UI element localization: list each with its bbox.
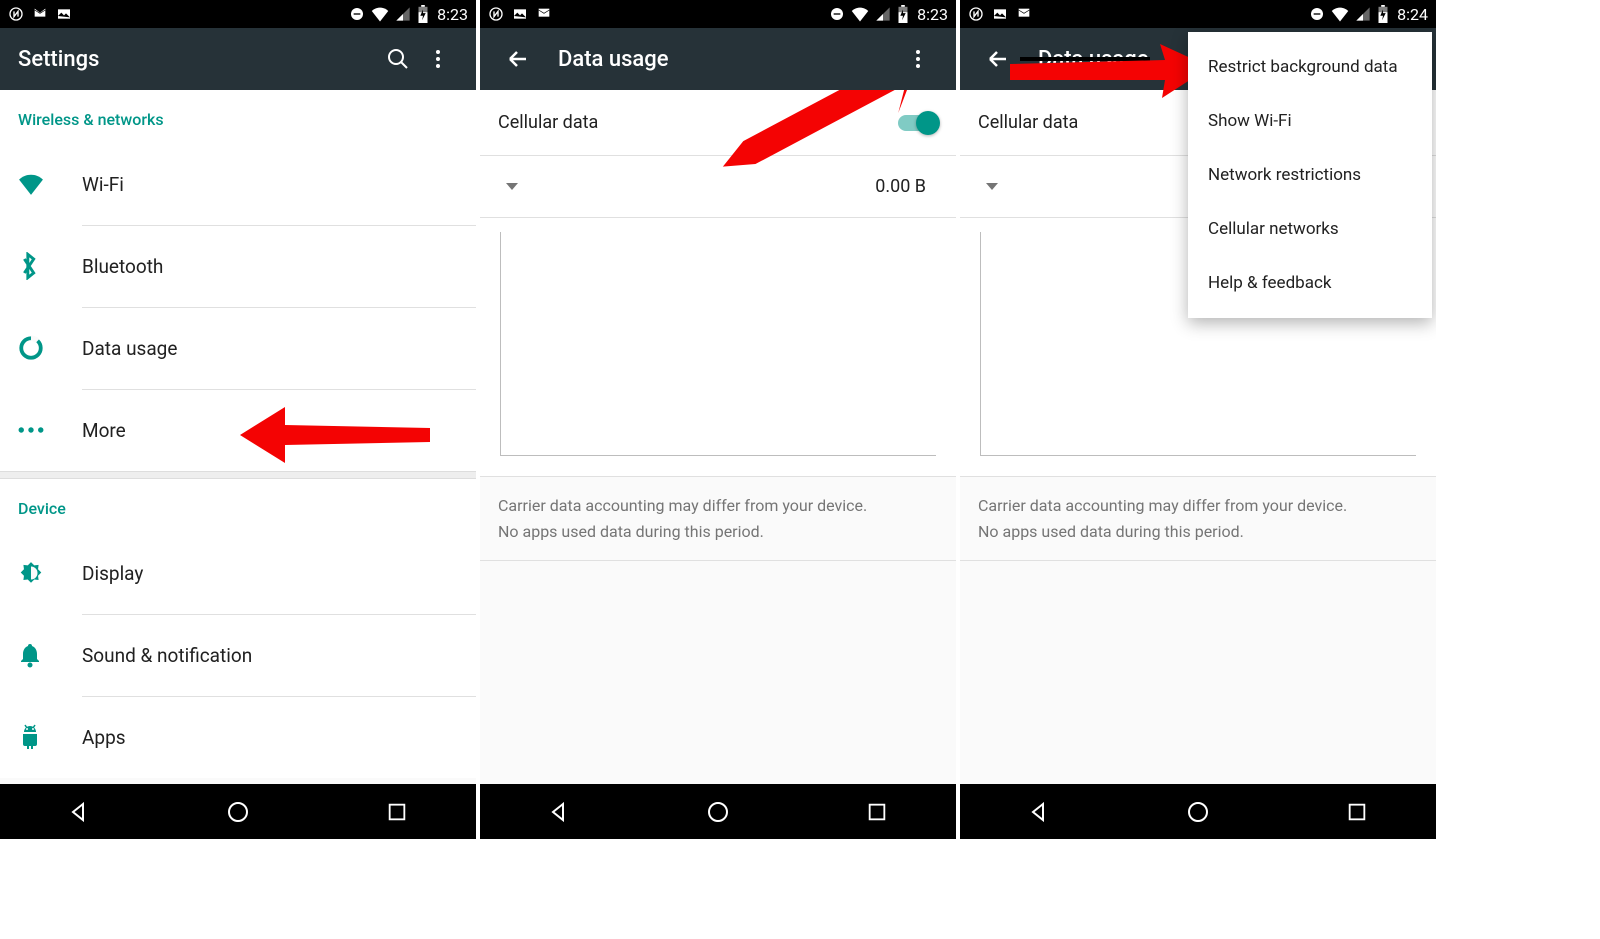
list-label: Apps (82, 726, 126, 749)
wifi-icon (371, 6, 389, 22)
dnd-icon (1309, 6, 1325, 22)
back-nav-button[interactable] (999, 800, 1079, 824)
clock-text: 8:24 (1397, 5, 1428, 24)
settings-item-data-usage[interactable]: Data usage (0, 307, 476, 389)
bluetooth-icon (18, 252, 82, 280)
cellular-data-switch[interactable] (898, 115, 938, 131)
chevron-down-icon (986, 183, 998, 190)
usage-footer: Carrier data accounting may differ from … (960, 477, 1436, 561)
menu-network-restrictions[interactable]: Network restrictions (1188, 148, 1432, 202)
list-label: Data usage (82, 337, 177, 360)
signal-icon (1355, 6, 1371, 22)
list-label: Display (82, 562, 143, 585)
overflow-menu-button[interactable] (898, 39, 938, 79)
settings-item-sound[interactable]: Sound & notification (0, 614, 476, 696)
footer-line-2: No apps used data during this period. (978, 519, 1418, 545)
picture-icon (992, 6, 1008, 22)
mail-icon (536, 6, 552, 22)
wifi-icon (851, 6, 869, 22)
dnd-icon (349, 6, 365, 22)
data-usage-content: Cellular data 0.00 B Carrier data accoun… (480, 90, 956, 784)
overflow-menu-button[interactable] (418, 39, 458, 79)
data-usage-value: 0.00 B (875, 176, 926, 197)
clock-text: 8:23 (437, 5, 468, 24)
screen-settings: 8:23 Settings Wireless & networks Wi-Fi (0, 0, 476, 839)
clock-text: 8:23 (917, 5, 948, 24)
recents-nav-button[interactable] (1317, 801, 1397, 823)
settings-content: Wireless & networks Wi-Fi Bluetooth Data… (0, 90, 476, 784)
picture-icon (56, 6, 72, 22)
nfc-icon (8, 6, 24, 22)
settings-item-bluetooth[interactable]: Bluetooth (0, 225, 476, 307)
page-title: Data usage (558, 47, 669, 72)
back-nav-button[interactable] (519, 800, 599, 824)
settings-item-wifi[interactable]: Wi-Fi (0, 143, 476, 225)
cellular-data-label: Cellular data (498, 112, 898, 133)
chevron-down-icon (506, 183, 518, 190)
settings-item-display[interactable]: Display (0, 532, 476, 614)
bell-icon (18, 642, 82, 668)
picture-icon (512, 6, 528, 22)
back-button[interactable] (498, 39, 538, 79)
nfc-icon (488, 6, 504, 22)
list-label: More (82, 419, 126, 442)
mail-icon (32, 6, 48, 22)
mail-icon (1016, 6, 1032, 22)
footer-line-1: Carrier data accounting may differ from … (978, 493, 1418, 519)
cellular-data-toggle-row[interactable]: Cellular data (480, 90, 956, 156)
section-header-wireless: Wireless & networks (0, 90, 476, 143)
app-bar: Data usage (480, 28, 956, 90)
nav-bar (960, 784, 1436, 839)
search-button[interactable] (378, 39, 418, 79)
home-nav-button[interactable] (1158, 800, 1238, 824)
footer-line-1: Carrier data accounting may differ from … (498, 493, 938, 519)
section-divider (0, 471, 476, 479)
overflow-menu: Restrict background data Show Wi-Fi Netw… (1188, 32, 1432, 318)
android-icon (18, 724, 82, 750)
section-header-device: Device (0, 479, 476, 532)
menu-cellular-networks[interactable]: Cellular networks (1188, 202, 1432, 256)
menu-show-wifi[interactable]: Show Wi-Fi (1188, 94, 1432, 148)
nfc-icon (968, 6, 984, 22)
cycle-spinner-row[interactable]: 0.00 B (480, 156, 956, 218)
battery-icon (897, 5, 909, 23)
dnd-icon (829, 6, 845, 22)
app-bar: Settings (0, 28, 476, 90)
page-title: Settings (18, 47, 99, 72)
home-nav-button[interactable] (678, 800, 758, 824)
screen-data-usage: 8:23 Data usage Cellular data 0.00 B Car… (480, 0, 956, 839)
signal-icon (875, 6, 891, 22)
list-label: Sound & notification (82, 644, 252, 667)
settings-item-apps[interactable]: Apps (0, 696, 476, 778)
wifi-icon (1331, 6, 1349, 22)
battery-icon (1377, 5, 1389, 23)
signal-icon (395, 6, 411, 22)
screen-data-usage-menu: 8:24 Data usage Cellular data Carrier da… (960, 0, 1436, 839)
display-icon (18, 560, 82, 586)
menu-help-feedback[interactable]: Help & feedback (1188, 256, 1432, 310)
list-label: Wi-Fi (82, 173, 124, 196)
data-usage-icon (18, 335, 82, 361)
menu-restrict-bg-data[interactable]: Restrict background data (1188, 40, 1432, 94)
strike-line (1020, 57, 1150, 61)
usage-footer: Carrier data accounting may differ from … (480, 477, 956, 561)
settings-item-more[interactable]: More (0, 389, 476, 471)
status-bar: 8:24 (960, 0, 1436, 28)
more-icon (18, 426, 82, 434)
wifi-icon (18, 173, 82, 195)
status-bar: 8:23 (480, 0, 956, 28)
list-label: Bluetooth (82, 255, 163, 278)
footer-line-2: No apps used data during this period. (498, 519, 938, 545)
battery-icon (417, 5, 429, 23)
recents-nav-button[interactable] (837, 801, 917, 823)
usage-chart (480, 218, 956, 477)
back-button[interactable] (978, 39, 1018, 79)
recents-nav-button[interactable] (357, 801, 437, 823)
nav-bar (480, 784, 956, 839)
home-nav-button[interactable] (198, 800, 278, 824)
status-bar: 8:23 (0, 0, 476, 28)
nav-bar (0, 784, 476, 839)
back-nav-button[interactable] (39, 800, 119, 824)
